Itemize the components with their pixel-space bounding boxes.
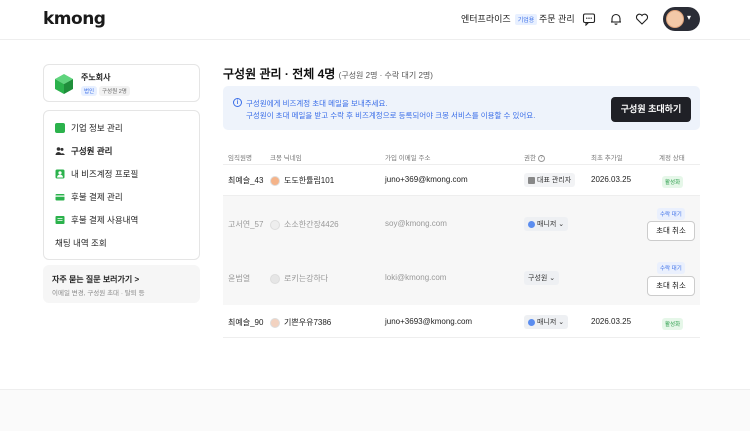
member-nickname-text: 소소한간장4426 (284, 220, 339, 229)
company-name: 주노회사 (81, 73, 111, 82)
role-dropdown[interactable]: 매니저 ⌄ (524, 315, 569, 329)
col-header-added: 최초 추가일 (591, 155, 623, 162)
chevron-down-icon: ▾ (687, 13, 692, 22)
role-dropdown[interactable]: 구성원 ⌄ (524, 271, 560, 285)
sidebar-item-label: 채팅 내역 조회 (55, 238, 107, 248)
member-nickname: 소소한간장4426 (270, 219, 339, 230)
sidebar-menu: 기업 정보 관리 구성원 관리 내 비즈계정 프로필 후불 결제 관리 후불 결… (43, 110, 200, 260)
sidebar-item-label: 후불 결제 사용내역 (71, 215, 139, 225)
chat-icon[interactable] (582, 12, 596, 26)
sidebar-item-postpaid[interactable]: 후불 결제 관리 (55, 191, 123, 203)
faq-subtitle: 이메일 변경, 구성원 초대 · 탈퇴 등 (52, 290, 145, 297)
banner-line-2: 구성원이 초대 메일을 받고 수락 후 비즈계정으로 등록되어야 크몽 서비스를… (246, 111, 536, 120)
member-nickname: 기쁜우유7386 (270, 317, 331, 328)
chevron-down-icon: ⌄ (558, 221, 565, 228)
people-icon (55, 147, 65, 155)
member-nickname: 도도한튤립101 (270, 175, 334, 186)
member-email: juno+369@kmong.com (385, 175, 468, 184)
enterprise-link[interactable]: 엔터프라이즈 기업용 (461, 12, 538, 26)
member-email: juno+3693@kmong.com (385, 317, 473, 326)
role-label: 매니저 (537, 221, 557, 228)
sidebar-item-company-info[interactable]: 기업 정보 관리 (55, 122, 123, 134)
sidebar-item-postpaid-history[interactable]: 후불 결제 사용내역 (55, 214, 138, 226)
status-badge: 수락 대기 (657, 208, 685, 220)
status-badge: 활성화 (662, 318, 684, 330)
sidebar-item-biz-profile[interactable]: 내 비즈계정 프로필 (55, 168, 138, 180)
member-nickname-text: 도도한튤립101 (284, 176, 335, 185)
enterprise-badge: 기업용 (514, 14, 538, 26)
col-header-role-label: 권한 (524, 155, 536, 162)
role-label: 매니저 (537, 319, 557, 326)
heart-icon[interactable] (635, 12, 649, 26)
enterprise-label: 엔터프라이즈 (461, 14, 511, 24)
card-icon (55, 194, 65, 201)
banner-line-1: 구성원에게 비즈계정 초대 메일을 보내주세요. (246, 99, 388, 108)
company-cube-icon (55, 74, 73, 94)
col-header-nickname: 크몽 닉네임 (270, 155, 302, 162)
member-added-date: 2026.03.25 (591, 317, 632, 326)
member-email: loki@kmong.com (385, 273, 447, 282)
role-label: 구성원 (528, 275, 548, 282)
company-card: 주노회사 법인 구성원 2명 (43, 64, 200, 102)
avatar (270, 219, 280, 230)
col-header-email: 가입 이메일 주소 (385, 155, 431, 162)
sidebar-item-label: 기업 정보 관리 (71, 123, 123, 133)
role-dropdown[interactable]: 매니저 ⌄ (524, 217, 569, 231)
page-title-sub: (구성원 2명 · 수락 대기 2명) (338, 71, 433, 80)
sidebar-item-label: 내 비즈계정 프로필 (71, 169, 139, 179)
page-footer (0, 390, 750, 431)
invite-member-button[interactable]: 구성원 초대하기 (611, 97, 691, 122)
role-tag: 대표 관리자 (524, 173, 576, 187)
role-label: 대표 관리자 (537, 177, 572, 184)
profile-menu[interactable]: ▾ (663, 7, 700, 31)
kmong-logo[interactable]: kmong (43, 9, 106, 29)
col-header-role: 권한 ? (524, 152, 545, 162)
building-icon (55, 123, 65, 133)
member-nickname-text: 로키는강하다 (284, 274, 329, 283)
faq-card[interactable]: 자주 묻는 질문 보러가기 > 이메일 변경, 구성원 초대 · 탈퇴 등 (43, 265, 200, 303)
orders-link[interactable]: 주문 관리 (539, 12, 575, 25)
chevron-down-icon: ⌄ (558, 319, 565, 326)
member-nickname-text: 기쁜우유7386 (284, 318, 332, 327)
avatar (270, 175, 280, 186)
sidebar-item-label: 구성원 관리 (71, 146, 113, 156)
corp-tag: 법인 (81, 86, 98, 96)
member-email: soy@kmong.com (385, 219, 447, 228)
sidebar-item-chat-history[interactable]: 채팅 내역 조회 (55, 237, 107, 249)
manager-icon (528, 220, 535, 228)
faq-title: 자주 묻는 질문 보러가기 > (52, 275, 140, 284)
sidebar-item-label: 후불 결제 관리 (71, 192, 123, 202)
avatar (270, 273, 280, 284)
avatar (666, 10, 684, 28)
manager-icon (528, 318, 535, 326)
profile-icon (55, 169, 65, 179)
member-name: 최예슬_43 (228, 176, 264, 185)
member-nickname: 로키는강하다 (270, 273, 328, 284)
chevron-down-icon: ⌄ (549, 275, 556, 282)
member-name: 고서연_57 (228, 220, 264, 229)
status-badge: 활성화 (662, 176, 684, 188)
page-title: 구성원 관리 · 전체 4명 (구성원 2명 · 수락 대기 2명) (223, 65, 433, 82)
row-divider (223, 337, 700, 338)
page-title-text: 구성원 관리 · 전체 4명 (223, 67, 336, 81)
info-icon: i (233, 98, 242, 107)
member-added-date: 2026.03.25 (591, 175, 632, 184)
member-count-tag: 구성원 2명 (99, 86, 130, 96)
member-name: 최예슬_90 (228, 318, 264, 327)
col-header-name: 임직원명 (228, 155, 252, 162)
avatar (270, 317, 280, 328)
status-badge: 수락 대기 (657, 262, 685, 274)
bell-icon[interactable] (609, 12, 623, 26)
col-header-status: 계정 상태 (659, 155, 685, 162)
help-icon[interactable]: ? (537, 154, 545, 162)
top-header: kmong 엔터프라이즈 기업용 주문 관리 ▾ (0, 0, 750, 40)
sidebar-item-members[interactable]: 구성원 관리 (55, 145, 112, 157)
receipt-icon (55, 216, 65, 224)
cancel-invite-button[interactable]: 초대 취소 (647, 221, 695, 241)
cancel-invite-button[interactable]: 초대 취소 (647, 276, 695, 296)
member-name: 윤범열 (228, 274, 251, 283)
admin-icon (528, 176, 535, 184)
